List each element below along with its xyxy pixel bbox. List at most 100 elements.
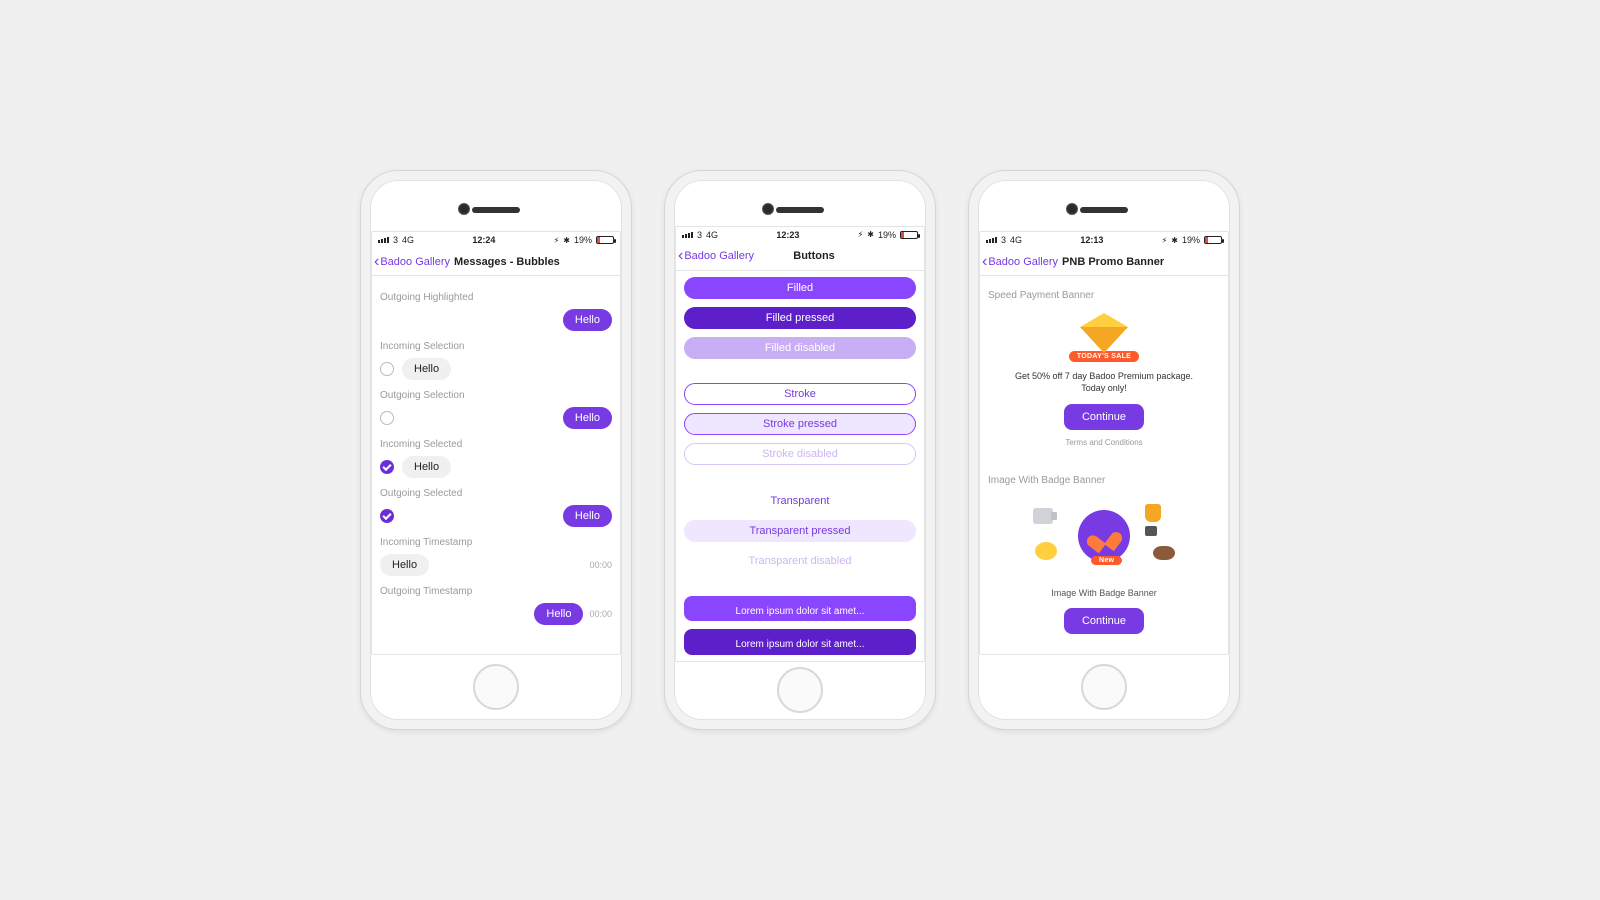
select-radio[interactable] [380,362,394,376]
speaker-icon [1080,207,1128,213]
clock: 12:23 [722,230,854,240]
bubble-outgoing[interactable]: Hello [563,309,612,331]
button-transparent-pressed[interactable]: Transparent pressed [684,520,916,542]
device-top-hardware [979,181,1229,231]
speed-payment-banner: TODAY'S SALE Get 50% off 7 day Badoo Pre… [988,307,1220,447]
image-badge-banner: New Image With Badge Banner Continue [988,492,1220,634]
select-radio-checked[interactable] [380,509,394,523]
back-button[interactable]: ‹ Badoo Gallery [374,254,450,270]
battery-icon [1204,236,1222,244]
new-chip: New [1091,556,1122,565]
button-stroke[interactable]: Stroke [684,383,916,405]
row-in-sel: Hello [380,358,612,380]
row-out-sel: Hello [380,407,612,429]
battery-icon [596,236,614,244]
status-bar: 3 4G 12:23 ⚡︎ ✱ 19% [676,227,924,243]
button-stroke-disabled: Stroke disabled [684,443,916,465]
section-image-badge: Image With Badge Banner [988,475,1220,486]
carrier-label: 3 [697,230,702,240]
nav-bar: ‹ Badoo Gallery Messages - Bubbles [372,248,620,276]
bubble-outgoing[interactable]: Hello [534,603,583,625]
home-button[interactable] [1081,664,1127,710]
bolt-icon: ⚡︎ [858,230,864,239]
continue-button[interactable]: Continue [1064,608,1144,634]
network-label: 4G [1010,235,1022,245]
duck-icon [1035,542,1057,560]
button-stroke-pressed[interactable]: Stroke pressed [684,413,916,435]
bluetooth-icon: ✱ [563,236,570,245]
button-long-text[interactable]: Lorem ipsum dolor sit amet... [684,596,916,621]
bubble-outgoing[interactable]: Hello [563,407,612,429]
back-button[interactable]: ‹ Badoo Gallery [982,254,1058,270]
trophy-icon [1145,504,1161,522]
battery-percent: 19% [574,235,592,245]
chevron-left-icon: ‹ [678,248,683,264]
camera-icon [1033,508,1053,524]
button-filled-disabled: Filled disabled [684,337,916,359]
bluetooth-icon: ✱ [867,230,874,239]
promo-desc-line1: Get 50% off 7 day Badoo Premium package. [1015,370,1193,382]
network-label: 4G [402,235,414,245]
status-bar: 3 4G 12:13 ⚡︎ ✱ 19% [980,232,1228,248]
promo-desc-line2: Today only! [1015,382,1193,394]
row-in-ts: Hello 00:00 [380,554,612,576]
section-outgoing-timestamp: Outgoing Timestamp [380,586,612,597]
page-title: Messages - Bubbles [454,256,618,268]
bolt-icon: ⚡︎ [554,236,560,245]
section-outgoing-selected: Outgoing Selected [380,488,612,499]
bubble-incoming[interactable]: Hello [402,456,451,478]
device-top-hardware [675,181,925,226]
bluetooth-icon: ✱ [1171,236,1178,245]
page-title: Buttons [706,250,922,262]
clock: 12:13 [1026,235,1158,245]
select-radio-checked[interactable] [380,460,394,474]
status-bar: 3 4G 12:24 ⚡︎ ✱ 19% [372,232,620,248]
page-title: PNB Promo Banner [1062,256,1226,268]
row-in-selected: Hello [380,456,612,478]
bubble-incoming[interactable]: Hello [402,358,451,380]
bubble-incoming[interactable]: Hello [380,554,429,576]
speaker-icon [472,207,520,213]
clock: 12:24 [418,235,550,245]
nav-bar: ‹ Badoo Gallery PNB Promo Banner [980,248,1228,276]
messages-content: Outgoing Highlighted Hello Incoming Sele… [372,276,620,654]
front-camera-icon [458,203,470,215]
banner-caption: Image With Badge Banner [1051,588,1157,598]
row-out-selected: Hello [380,505,612,527]
select-radio[interactable] [380,411,394,425]
home-button[interactable] [473,664,519,710]
chevron-left-icon: ‹ [374,254,379,270]
front-camera-icon [762,203,774,215]
bubble-outgoing[interactable]: Hello [563,505,612,527]
football-icon [1153,546,1175,560]
screen-messages: 3 4G 12:24 ⚡︎ ✱ 19% ‹ Badoo Gallery Mess… [371,231,621,655]
chevron-left-icon: ‹ [982,254,987,270]
section-incoming-selected: Incoming Selected [380,439,612,450]
carrier-label: 3 [1001,235,1006,245]
screen-promo: 3 4G 12:13 ⚡︎ ✱ 19% ‹ Badoo Gallery PNB … [979,231,1229,655]
timestamp: 00:00 [589,560,612,570]
nav-bar: ‹ Badoo Gallery Buttons [676,243,924,271]
battery-icon [900,231,918,239]
button-long-text-pressed[interactable]: Lorem ipsum dolor sit amet... [684,629,916,654]
signal-icon [378,237,389,243]
terms-link[interactable]: Terms and Conditions [1065,438,1142,447]
screen-buttons: 3 4G 12:23 ⚡︎ ✱ 19% ‹ Badoo Gallery Butt… [675,226,925,662]
button-transparent[interactable]: Transparent [684,490,916,512]
speaker-icon [776,207,824,213]
timestamp: 00:00 [589,609,612,619]
button-filled[interactable]: Filled [684,277,916,299]
promo-content: Speed Payment Banner TODAY'S SALE Get 50… [980,276,1228,654]
home-button[interactable] [777,667,823,713]
bolt-icon: ⚡︎ [1162,236,1168,245]
phone-frame-promo: 3 4G 12:13 ⚡︎ ✱ 19% ‹ Badoo Gallery PNB … [968,170,1240,730]
device-bottom-hardware [675,662,925,719]
front-camera-icon [1066,203,1078,215]
buttons-content: Filled Filled pressed Filled disabled St… [676,271,924,661]
button-filled-pressed[interactable]: Filled pressed [684,307,916,329]
heart-badge [1078,510,1130,562]
promo-description: Get 50% off 7 day Badoo Premium package.… [1015,370,1193,394]
heart-icon [1092,525,1117,548]
back-label: Badoo Gallery [380,256,450,268]
continue-button[interactable]: Continue [1064,404,1144,430]
